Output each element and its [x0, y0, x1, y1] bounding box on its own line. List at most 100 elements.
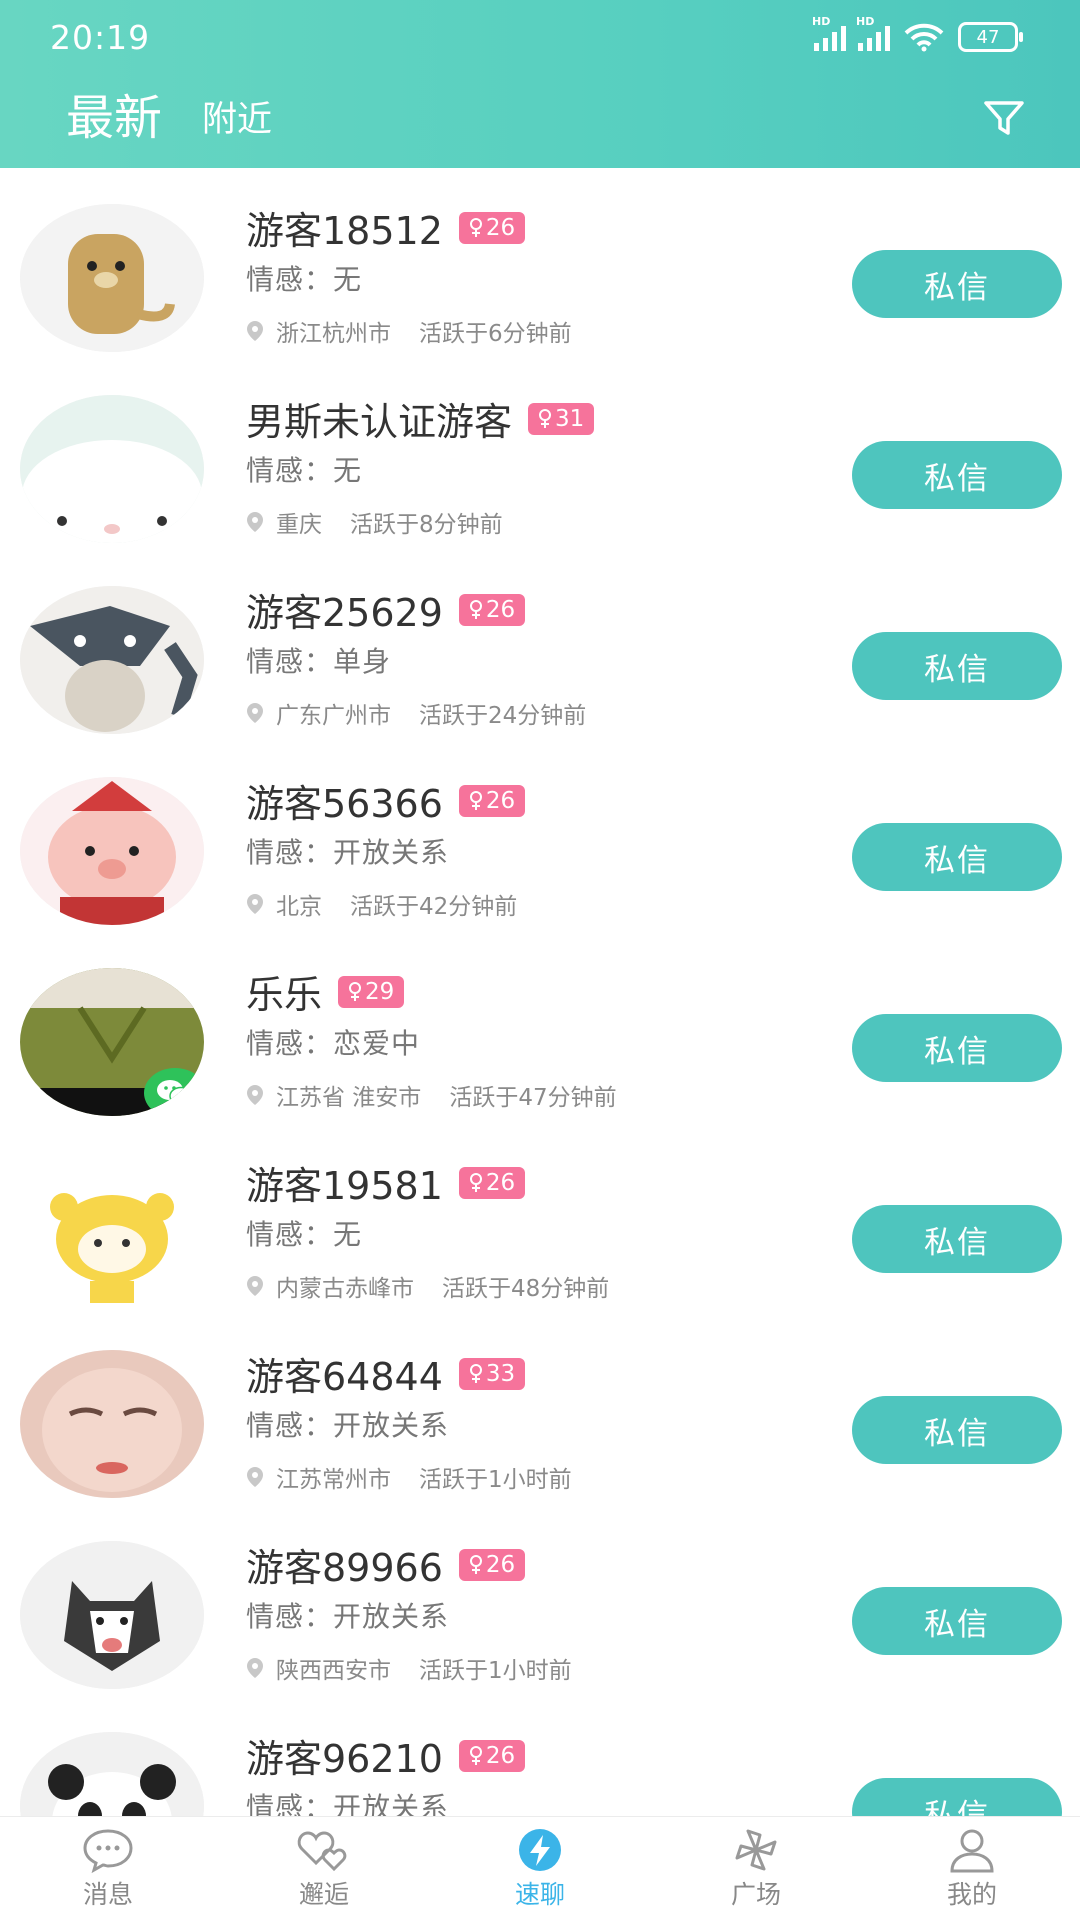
- app-header: 20:19 HD HD 47 最新 附近: [0, 0, 1080, 184]
- active-time: 活跃于8分钟前: [350, 512, 503, 538]
- list-item[interactable]: 游客25629 26 情感：单身 广东广州市 活跃于24分钟前 私信: [0, 550, 1080, 741]
- female-icon: [469, 1363, 482, 1383]
- message-button[interactable]: 私信: [852, 1778, 1062, 1816]
- location-pin-icon: [247, 512, 263, 532]
- message-button[interactable]: 私信: [852, 1587, 1062, 1655]
- avatar[interactable]: [20, 1732, 204, 1816]
- top-tabs: 最新 附近: [66, 78, 272, 184]
- active-time: 活跃于1小时前: [419, 1658, 572, 1684]
- status-bar: 20:19 HD HD 47: [0, 0, 1080, 80]
- female-icon: [469, 1554, 482, 1574]
- emotion-text: 情感：开放关系: [246, 836, 450, 869]
- user-name: 男斯未认证游客: [246, 400, 513, 444]
- list-item[interactable]: 男斯未认证游客 31 情感：无 重庆 活跃于8分钟前 私信: [0, 359, 1080, 550]
- list-item[interactable]: 游客18512 26 情感：无 浙江杭州市 活跃于6分钟前 私信: [0, 168, 1080, 359]
- active-time: 活跃于1小时前: [419, 1467, 572, 1493]
- list-item[interactable]: 游客19581 26 情感：无 内蒙古赤峰市 活跃于48分钟前 私信: [0, 1123, 1080, 1314]
- location-text: 江苏常州市: [276, 1467, 391, 1493]
- active-time: 活跃于42分钟前: [350, 894, 518, 920]
- nav-item-profile[interactable]: 我的: [864, 1817, 1080, 1921]
- list-item[interactable]: 游客64844 33 情感：开放关系 江苏常州市 活跃于1小时前 私信: [0, 1314, 1080, 1505]
- message-button[interactable]: 私信: [852, 441, 1062, 509]
- meta-line: 江苏常州市 活跃于1小时前: [246, 1460, 572, 1494]
- message-button[interactable]: 私信: [852, 1396, 1062, 1464]
- emotion-text: 情感：无: [246, 1218, 363, 1251]
- avatar[interactable]: [20, 1350, 204, 1498]
- location-pin-icon: [247, 1467, 263, 1487]
- emotion-text: 情感：开放关系: [246, 1791, 450, 1816]
- active-time: 活跃于48分钟前: [442, 1276, 610, 1302]
- location-pin-icon: [247, 894, 263, 914]
- age-badge: 31: [528, 402, 595, 435]
- list-item[interactable]: 游客56366 26 情感：开放关系 北京 活跃于42分钟前 私信: [0, 741, 1080, 932]
- location-text: 广东广州市: [276, 703, 391, 729]
- message-button[interactable]: 私信: [852, 250, 1062, 318]
- chat-bubble-icon: [83, 1829, 133, 1874]
- message-button[interactable]: 私信: [852, 1014, 1062, 1082]
- location-text: 陕西西安市: [276, 1658, 391, 1684]
- tab-nearby[interactable]: 附近: [202, 91, 272, 148]
- nav-item-plaza[interactable]: 广场: [648, 1817, 864, 1921]
- pinwheel-icon: [735, 1829, 777, 1871]
- list-item[interactable]: 游客96210 26 情感：开放关系 私信: [0, 1696, 1080, 1816]
- meta-line: 北京 活跃于42分钟前: [246, 887, 517, 921]
- hearts-icon: [297, 1831, 347, 1872]
- user-name: 游客56366: [246, 782, 443, 826]
- wifi-icon: [904, 23, 944, 52]
- female-icon: [469, 1172, 482, 1192]
- nav-item-messages[interactable]: 消息: [0, 1817, 216, 1921]
- meta-line: 重庆 活跃于8分钟前: [246, 505, 503, 539]
- meta-line: 广东广州市 活跃于24分钟前: [246, 696, 586, 730]
- female-icon: [539, 408, 552, 428]
- female-icon: [469, 790, 482, 810]
- user-name: 游客25629: [246, 591, 443, 635]
- emotion-text: 情感：无: [246, 454, 363, 487]
- user-name: 乐乐: [246, 973, 323, 1017]
- age-badge: 26: [458, 1739, 526, 1772]
- list-item[interactable]: 乐乐 29 情感：恋爱中 江苏省 淮安市 活跃于47分钟前 私信: [0, 932, 1080, 1123]
- female-icon: [469, 599, 482, 619]
- avatar[interactable]: [20, 204, 204, 352]
- nav-item-encounter[interactable]: 邂逅: [216, 1817, 432, 1921]
- avatar[interactable]: [20, 586, 204, 734]
- location-text: 内蒙古赤峰市: [276, 1276, 414, 1302]
- tab-latest[interactable]: 最新: [66, 78, 162, 184]
- nav-item-quick-chat[interactable]: 速聊: [432, 1817, 648, 1921]
- location-text: 北京: [276, 894, 322, 920]
- active-time: 活跃于24分钟前: [419, 703, 587, 729]
- location-pin-icon: [247, 321, 263, 341]
- age-badge: 26: [458, 211, 526, 244]
- status-icons: HD HD 47: [812, 15, 1023, 52]
- user-list: 游客18512 26 情感：无 浙江杭州市 活跃于6分钟前 私信 男斯未认证游客: [0, 168, 1080, 1816]
- age-badge: 26: [458, 593, 526, 626]
- avatar[interactable]: [20, 968, 204, 1116]
- signal-icon: HD: [812, 15, 846, 51]
- active-time: 活跃于47分钟前: [449, 1085, 617, 1111]
- age-badge: 26: [458, 1166, 526, 1199]
- emotion-text: 情感：开放关系: [246, 1409, 450, 1442]
- wechat-icon: [144, 1068, 204, 1116]
- emotion-text: 情感：恋爱中: [246, 1027, 421, 1060]
- location-text: 江苏省 淮安市: [276, 1085, 422, 1111]
- user-name: 游客64844: [246, 1355, 443, 1399]
- age-badge: 26: [458, 784, 526, 817]
- signal-icon: HD: [856, 15, 890, 51]
- message-button[interactable]: 私信: [852, 632, 1062, 700]
- avatar[interactable]: [20, 1159, 204, 1307]
- location-pin-icon: [247, 1276, 263, 1296]
- avatar[interactable]: [20, 1541, 204, 1689]
- message-button[interactable]: 私信: [852, 823, 1062, 891]
- battery-icon: 47: [958, 22, 1023, 52]
- female-icon: [469, 217, 482, 237]
- location-pin-icon: [247, 703, 263, 723]
- avatar[interactable]: [20, 395, 204, 543]
- emotion-text: 情感：开放关系: [246, 1600, 450, 1633]
- filter-icon[interactable]: [982, 96, 1026, 140]
- female-icon: [349, 981, 362, 1001]
- active-time: 活跃于6分钟前: [419, 321, 572, 347]
- person-icon: [950, 1829, 994, 1873]
- message-button[interactable]: 私信: [852, 1205, 1062, 1273]
- avatar[interactable]: [20, 777, 204, 925]
- meta-line: 内蒙古赤峰市 活跃于48分钟前: [246, 1269, 609, 1303]
- list-item[interactable]: 游客89966 26 情感：开放关系 陕西西安市 活跃于1小时前 私信: [0, 1505, 1080, 1696]
